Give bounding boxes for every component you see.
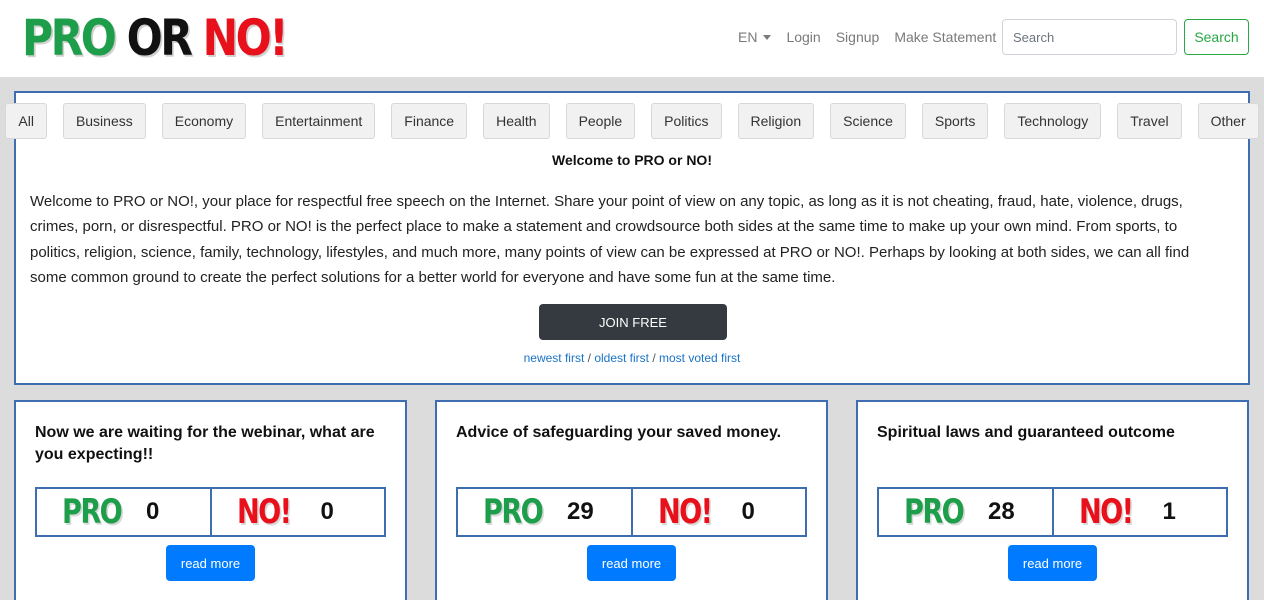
statement-title[interactable]: Now we are waiting for the webinar, what… [35,422,385,466]
category-button-politics[interactable]: Politics [651,103,722,139]
statement-card: Advice of safeguarding your saved money.… [435,400,828,600]
join-free-button[interactable]: JOIN FREE [539,304,727,340]
sort-most-voted-link[interactable]: most voted first [659,351,740,365]
category-button-science[interactable]: Science [830,103,906,139]
category-button-sports[interactable]: Sports [921,103,989,139]
nav-links: EN Login Signup Make Statement [738,0,1011,74]
category-button-people[interactable]: People [565,103,636,139]
category-filter-bar: All Business Economy Entertainment Finan… [5,103,1259,139]
category-button-business[interactable]: Business [62,103,146,139]
search-input[interactable] [1002,19,1177,55]
sort-separator: / [649,351,660,365]
statement-title[interactable]: Spiritual laws and guaranteed outcome [877,422,1227,444]
sort-options: newest first / oldest first / most voted… [16,351,1248,365]
logo-or-text: OR [126,9,193,67]
read-more-button[interactable]: read more [166,545,255,581]
read-more-button[interactable]: read more [587,545,676,581]
category-button-economy[interactable]: Economy [161,103,247,139]
welcome-panel: All Business Economy Entertainment Finan… [5,91,1259,385]
sort-oldest-link[interactable]: oldest first [594,351,649,365]
vote-panel: PRO 28 NO! 1 [877,487,1228,537]
pro-vote-button[interactable]: PRO 0 [37,489,212,535]
pro-vote-button[interactable]: PRO 29 [458,489,633,535]
no-count: 1 [1162,498,1176,525]
vote-panel: PRO 0 NO! 0 [35,487,386,537]
pro-label: PRO [62,492,123,532]
no-label: NO! [236,492,292,532]
signup-link[interactable]: Signup [836,29,880,45]
category-button-entertainment[interactable]: Entertainment [262,103,376,139]
category-button-technology[interactable]: Technology [1004,103,1102,139]
no-count: 0 [741,498,755,525]
pro-count: 28 [988,498,1015,525]
no-label: NO! [657,492,713,532]
site-logo[interactable]: PRO OR NO! [22,9,289,67]
pro-vote-button[interactable]: PRO 28 [879,489,1054,535]
search-button[interactable]: Search [1184,19,1249,55]
make-statement-link[interactable]: Make Statement [894,29,996,45]
vote-panel: PRO 29 NO! 0 [456,487,807,537]
login-link[interactable]: Login [786,29,820,45]
language-label: EN [738,29,758,45]
read-more-button[interactable]: read more [1008,545,1097,581]
top-navbar: PRO OR NO! EN Login Signup Make Statemen… [0,0,1264,77]
sort-newest-link[interactable]: newest first [524,351,585,365]
language-dropdown[interactable]: EN [738,29,772,45]
pro-label: PRO [483,492,544,532]
category-button-health[interactable]: Health [483,103,550,139]
statement-title[interactable]: Advice of safeguarding your saved money. [456,422,806,444]
category-button-all[interactable]: All [5,103,47,139]
no-label: NO! [1078,492,1134,532]
no-vote-button[interactable]: NO! 1 [1054,489,1227,535]
category-button-travel[interactable]: Travel [1117,103,1182,139]
welcome-description: Welcome to PRO or NO!, your place for re… [30,193,1190,286]
category-button-religion[interactable]: Religion [737,103,815,139]
category-button-finance[interactable]: Finance [391,103,468,139]
chevron-down-icon [763,34,772,40]
no-count: 0 [320,498,334,525]
logo-pro-text: PRO [22,9,117,67]
no-vote-button[interactable]: NO! 0 [212,489,385,535]
pro-count: 0 [146,498,160,525]
pro-count: 29 [567,498,594,525]
welcome-heading: Welcome to PRO or NO! [552,152,712,168]
no-vote-button[interactable]: NO! 0 [633,489,806,535]
logo-no-text: NO! [202,9,289,67]
statement-card: Spiritual laws and guaranteed outcome PR… [856,400,1249,600]
statement-card: Now we are waiting for the webinar, what… [14,400,407,600]
category-button-other[interactable]: Other [1197,103,1259,139]
sort-separator: / [584,351,595,365]
pro-label: PRO [904,492,965,532]
